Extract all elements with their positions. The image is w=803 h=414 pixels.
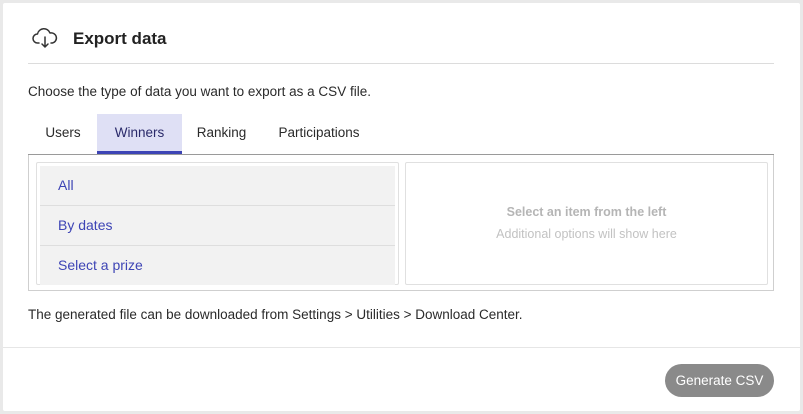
modal-footer: Generate CSV (3, 347, 800, 412)
option-by-dates[interactable]: By dates (40, 206, 395, 246)
generate-csv-button[interactable]: Generate CSV (665, 364, 774, 397)
details-placeholder-title: Select an item from the left (506, 205, 667, 219)
export-type-tabs: Users Winners Ranking Participations (28, 114, 774, 155)
cloud-download-icon (32, 27, 58, 49)
tab-panel: All By dates Select a prize Select an it… (28, 155, 774, 291)
tab-ranking[interactable]: Ranking (183, 114, 260, 154)
intro-text: Choose the type of data you want to expo… (28, 84, 371, 99)
details-placeholder-subtitle: Additional options will show here (496, 227, 677, 241)
option-all[interactable]: All (40, 166, 395, 206)
option-list: All By dates Select a prize (36, 162, 399, 285)
export-data-modal: Export data Choose the type of data you … (3, 3, 800, 411)
option-select-prize[interactable]: Select a prize (40, 246, 395, 285)
modal-title: Export data (73, 29, 167, 48)
option-details-panel: Select an item from the left Additional … (405, 162, 768, 285)
download-location-note: The generated file can be downloaded fro… (28, 307, 523, 322)
tab-winners[interactable]: Winners (97, 114, 182, 154)
modal-header: Export data (28, 19, 774, 64)
tab-participations[interactable]: Participations (264, 114, 374, 154)
tab-users[interactable]: Users (28, 114, 98, 154)
